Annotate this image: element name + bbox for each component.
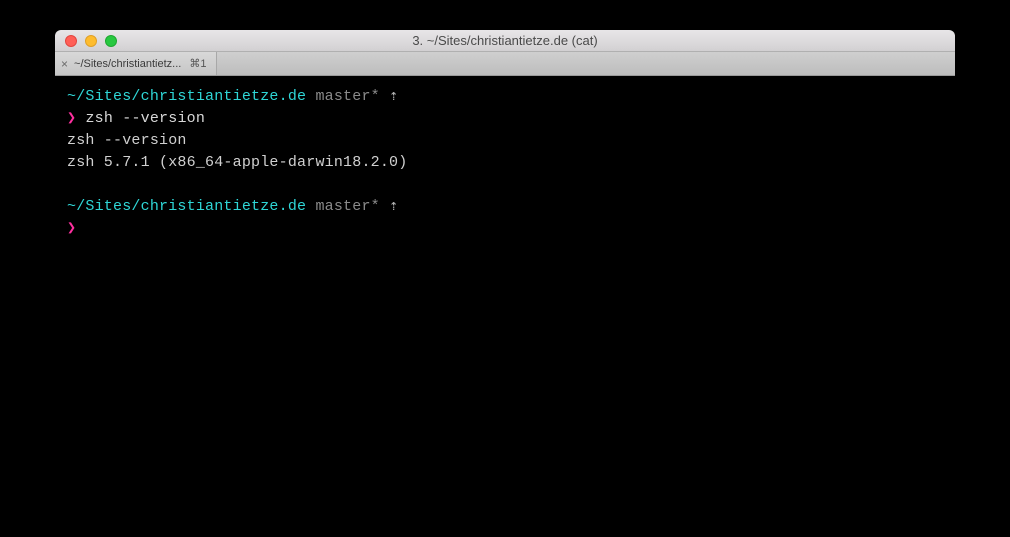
tab-shortcut: ⌘1: [189, 57, 206, 70]
prompt-path: ~/Sites/christiantietze.de: [67, 88, 306, 105]
command-text: zsh --version: [85, 110, 205, 127]
prompt-line-1: ~/Sites/christiantietze.de master* ⇡: [67, 86, 943, 108]
zoom-window-button[interactable]: [105, 35, 117, 47]
command-line-1: ❯ zsh --version: [67, 108, 943, 130]
minimize-window-button[interactable]: [85, 35, 97, 47]
traffic-lights: [55, 35, 117, 47]
tab-label: ~/Sites/christiantietz...: [74, 58, 181, 70]
git-ahead-icon: ⇡: [389, 198, 398, 215]
close-window-button[interactable]: [65, 35, 77, 47]
prompt-path: ~/Sites/christiantietze.de: [67, 198, 306, 215]
prompt-symbol: ❯: [67, 220, 76, 237]
window-title: 3. ~/Sites/christiantietze.de (cat): [55, 33, 955, 48]
git-branch: master*: [315, 198, 379, 215]
output-line-1: zsh --version: [67, 130, 943, 152]
titlebar[interactable]: 3. ~/Sites/christiantietze.de (cat): [55, 30, 955, 52]
git-branch: master*: [315, 88, 379, 105]
terminal-window: 3. ~/Sites/christiantietze.de (cat) × ~/…: [55, 30, 955, 490]
terminal-tab[interactable]: × ~/Sites/christiantietz... ⌘1: [55, 52, 217, 75]
prompt-line-2: ~/Sites/christiantietze.de master* ⇡: [67, 196, 943, 218]
tab-bar: × ~/Sites/christiantietz... ⌘1: [55, 52, 955, 76]
command-line-2: ❯: [67, 218, 943, 240]
git-ahead-icon: ⇡: [389, 88, 398, 105]
prompt-symbol: ❯: [67, 110, 76, 127]
terminal-content[interactable]: ~/Sites/christiantietze.de master* ⇡ ❯ z…: [55, 76, 955, 490]
output-line-2: zsh 5.7.1 (x86_64-apple-darwin18.2.0): [67, 152, 943, 174]
close-tab-icon[interactable]: ×: [61, 58, 68, 70]
blank-line: [67, 174, 943, 196]
